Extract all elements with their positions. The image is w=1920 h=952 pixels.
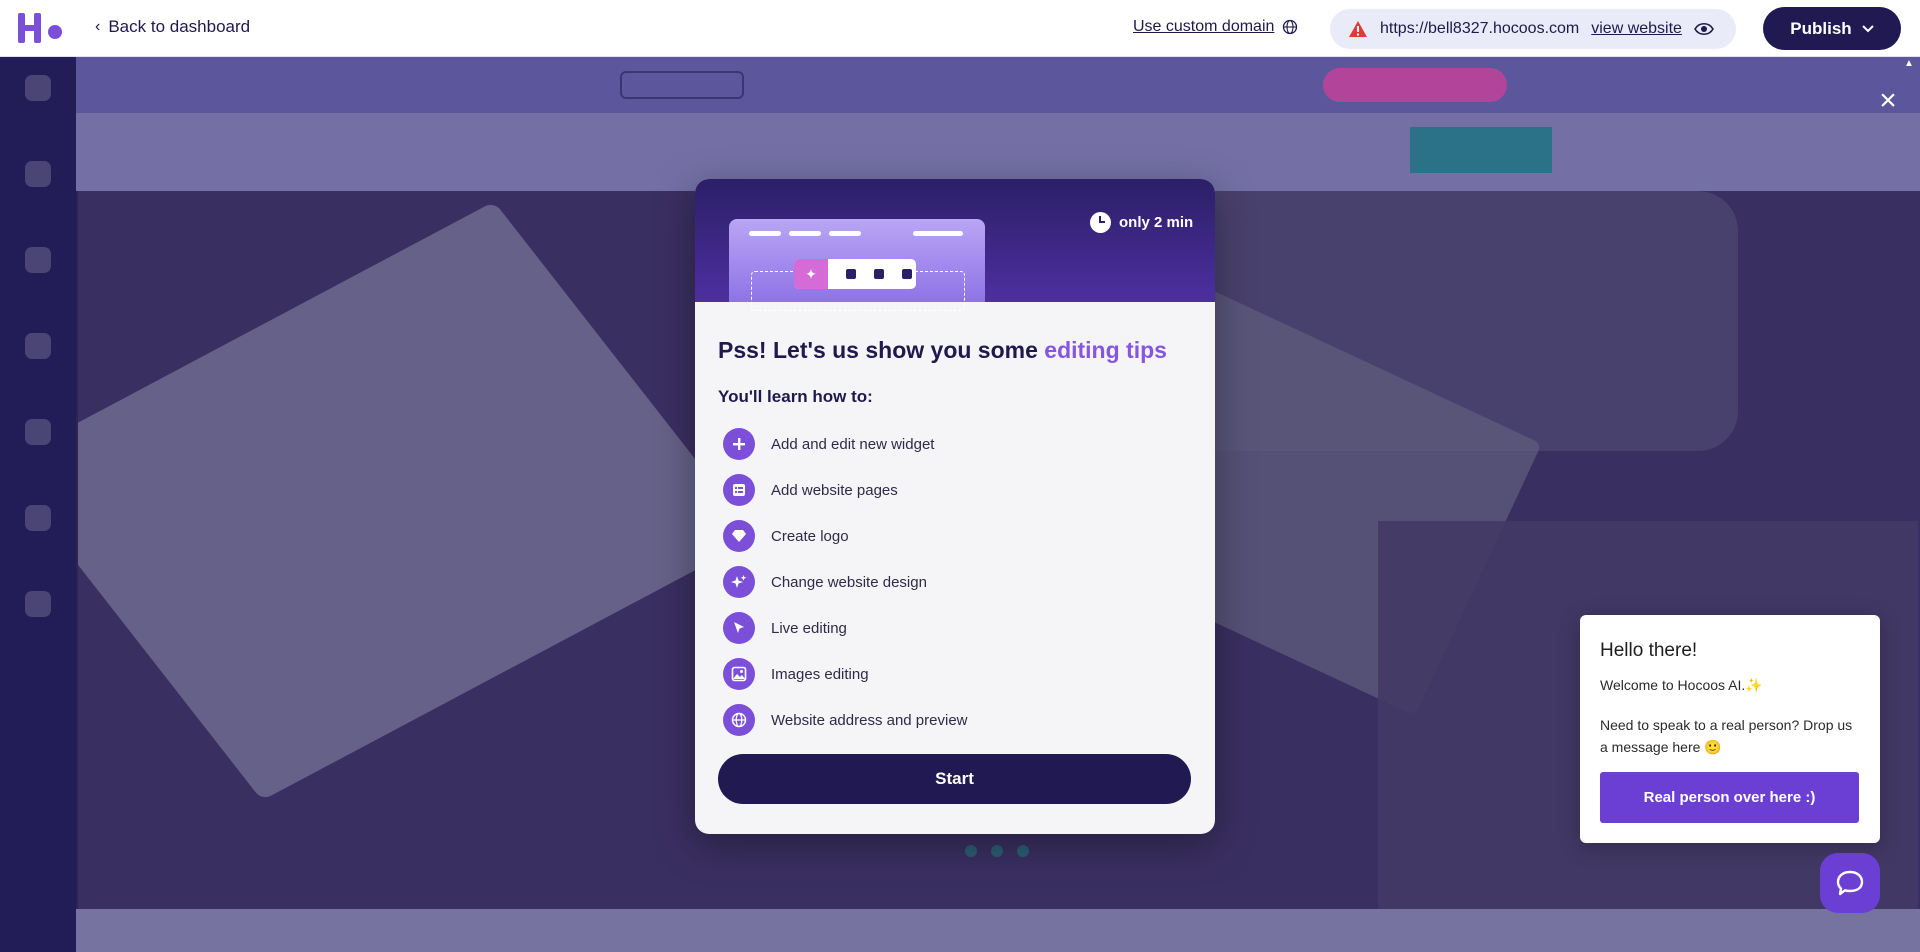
globe-icon <box>723 704 755 736</box>
back-to-dashboard-link[interactable]: ‹ Back to dashboard <box>95 17 250 37</box>
list-item: Website address and preview <box>723 697 968 743</box>
chevron-down-icon <box>1861 24 1874 32</box>
upload-icon <box>25 505 51 531</box>
top-bar: ‹ Back to dashboard Use custom domain ht… <box>0 0 1920 57</box>
globe-icon <box>1283 19 1298 35</box>
chat-launcher-button[interactable] <box>1820 853 1880 913</box>
modal-subtitle: You'll learn how to: <box>718 387 873 406</box>
illustration-bar <box>749 231 781 236</box>
countdown-timer <box>620 71 744 99</box>
chat-popup: Hello there! Welcome to Hocoos AI.✨ Need… <box>1580 615 1880 843</box>
illustration-toolbar: ✦ <box>794 259 916 289</box>
modal-title: Pss! Let's us show you some editing tips <box>718 337 1167 364</box>
slider-dot[interactable] <box>991 845 1003 857</box>
editing-tips-modal: ✦ only 2 min Pss! Let's us show you some… <box>695 179 1215 834</box>
sidebar-item-upload[interactable] <box>0 505 76 575</box>
use-custom-domain-link[interactable]: Use custom domain <box>1133 18 1298 36</box>
chevron-left-icon: ‹ <box>95 18 101 35</box>
list-item: Images editing <box>723 651 968 697</box>
contact-us-button[interactable] <box>1410 127 1552 173</box>
tips-list: Add and edit new widget Add website page… <box>723 421 968 743</box>
custom-domain-label: Use custom domain <box>1133 18 1275 35</box>
plus-icon <box>723 428 755 460</box>
apps-icon <box>25 591 51 617</box>
site-url-pill: https://bell8327.hocoos.com view website <box>1330 9 1736 49</box>
chat-message: Need to speak to a real person? Drop us … <box>1600 717 1853 755</box>
browser-illustration: ✦ <box>729 219 985 311</box>
image-icon <box>723 658 755 690</box>
sidebar-item-apps[interactable] <box>0 591 76 661</box>
list-item: Create logo <box>723 513 968 559</box>
tip-label: Add and edit new widget <box>771 435 935 453</box>
site-url: https://bell8327.hocoos.com <box>1380 20 1580 37</box>
sidebar-item-blog[interactable] <box>0 333 76 403</box>
list-item: Add website pages <box>723 467 968 513</box>
chat-bubble-icon <box>1836 870 1864 896</box>
editor-sidebar <box>0 57 76 952</box>
start-button[interactable]: Start <box>718 754 1191 804</box>
eye-icon[interactable] <box>1694 22 1714 36</box>
sidebar-item-design[interactable] <box>0 419 76 489</box>
illustration-square <box>902 269 912 279</box>
pages-icon <box>723 474 755 506</box>
tip-label: Website address and preview <box>771 711 968 729</box>
keyboard-shape <box>78 201 757 801</box>
slider-dot[interactable] <box>1017 845 1029 857</box>
real-person-button[interactable]: Real person over here :) <box>1600 772 1859 823</box>
close-icon[interactable]: × <box>1876 86 1900 116</box>
chat-greeting: Hello there! <box>1600 640 1698 661</box>
illustration-square <box>874 269 884 279</box>
diamond-icon <box>723 520 755 552</box>
list-item: Change website design <box>723 559 968 605</box>
illustration-bar <box>789 231 821 236</box>
tip-label: Live editing <box>771 619 847 637</box>
design-icon <box>25 419 51 445</box>
sections-icon <box>25 75 51 101</box>
sparkle-icon <box>723 566 755 598</box>
hocoos-logo[interactable] <box>18 13 64 43</box>
list-item: Live editing <box>723 605 968 651</box>
slider-dots <box>965 845 1029 857</box>
chat-welcome: Welcome to Hocoos AI.✨ <box>1600 677 1763 693</box>
modal-header-illustration: ✦ only 2 min <box>695 179 1215 311</box>
duration-label: only 2 min <box>1119 214 1194 231</box>
scroll-up-icon[interactable]: ▲ <box>1904 58 1914 69</box>
illustration-square <box>846 269 856 279</box>
sidebar-item-sections[interactable] <box>0 75 76 145</box>
title-accent: editing tips <box>1044 337 1167 363</box>
sparkle-icon: ✦ <box>794 259 828 289</box>
sidebar-item-store[interactable] <box>0 247 76 317</box>
title-main: Pss! Let's us show you some <box>718 337 1045 363</box>
illustration-bar <box>913 231 963 236</box>
store-icon <box>25 247 51 273</box>
publish-button[interactable]: Publish <box>1763 7 1901 50</box>
tip-label: Images editing <box>771 665 869 683</box>
tip-label: Change website design <box>771 573 927 591</box>
cursor-icon <box>723 612 755 644</box>
pages-icon <box>25 161 51 187</box>
publish-label: Publish <box>1790 18 1852 38</box>
list-item: Add and edit new widget <box>723 421 968 467</box>
illustration-bar <box>829 231 861 236</box>
duration-badge: only 2 min <box>1090 212 1193 233</box>
upgrade-button[interactable] <box>1323 68 1507 102</box>
back-label: Back to dashboard <box>108 17 251 36</box>
section-strip <box>76 909 1920 952</box>
warning-icon[interactable] <box>1348 20 1368 38</box>
sidebar-item-pages[interactable] <box>0 161 76 231</box>
view-website-link[interactable]: view website <box>1591 20 1682 38</box>
blog-icon <box>25 333 51 359</box>
tip-label: Create logo <box>771 527 849 545</box>
promo-bar <box>76 57 1920 113</box>
clock-icon <box>1090 212 1111 233</box>
tip-label: Add website pages <box>771 481 898 499</box>
slider-dot[interactable] <box>965 845 977 857</box>
